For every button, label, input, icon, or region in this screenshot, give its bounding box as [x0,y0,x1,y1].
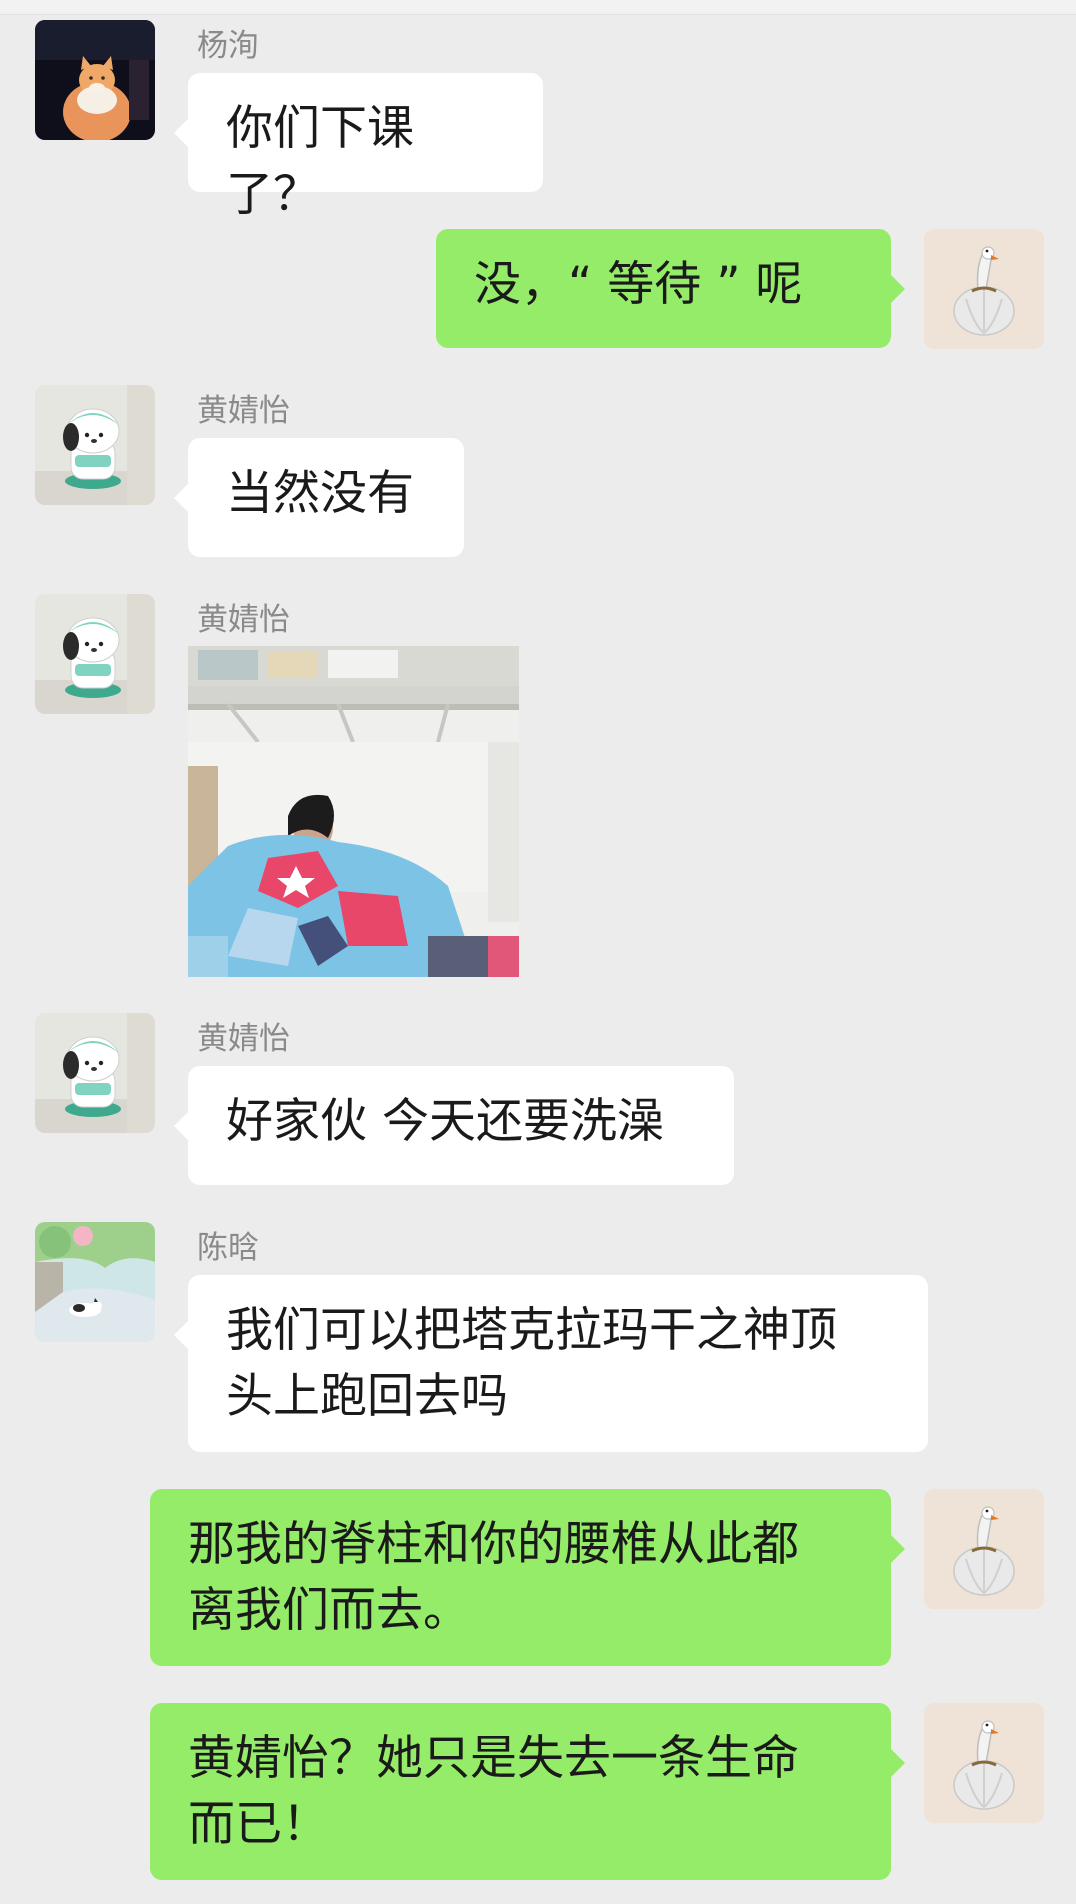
message-text: 你们下课了？ [226,101,414,222]
sender-name: 黄婧怡 [197,602,290,638]
message-bubble[interactable]: 没，“ 等待 ” 呢 [436,229,905,348]
message-text: 好家伙 今天还要洗澡 [226,1094,664,1149]
garlic-avatar[interactable] [924,229,1044,349]
sender-name: 黄婧怡 [197,1021,290,1057]
message-text-line: 那我的脊柱和你的腰椎从此都 [188,1517,799,1572]
message-text-line: 黄婧怡？她只是失去一条生命 [188,1731,799,1786]
message-text-line: 我们可以把塔克拉玛干之神顶 [226,1303,837,1358]
sender-name: 杨洵 [197,28,259,64]
pochacco-avatar[interactable] [35,594,155,714]
message-text: 没，“ 等待 ” 呢 [474,257,803,312]
sender-name: 黄婧怡 [197,393,290,429]
sender-name: 陈晗 [197,1230,259,1266]
pochacco-avatar[interactable] [35,385,155,505]
message-bubble[interactable]: 好家伙 今天还要洗澡 [174,1066,734,1185]
message-bubble[interactable]: 黄婧怡？她只是失去一条生命 而已！ [150,1703,905,1880]
message-text-line: 头上跑回去吗 [226,1369,508,1424]
garlic-avatar[interactable] [924,1703,1044,1823]
message-text: 当然没有 [226,466,414,521]
message-bubble[interactable]: 当然没有 [174,438,464,557]
cat-avatar[interactable] [35,20,155,140]
message-text-line: 而已！ [188,1797,329,1852]
message-text-line: 离我们而去。 [188,1583,470,1638]
message-bubble[interactable]: 我们可以把塔克拉玛干之神顶 头上跑回去吗 [174,1275,928,1452]
message-bubble[interactable]: 那我的脊柱和你的腰椎从此都 离我们而去。 [150,1489,905,1666]
garlic-avatar[interactable] [924,1489,1044,1609]
status-bar-edge [0,0,1076,15]
pochacco-avatar[interactable] [35,1013,155,1133]
cat-painting-avatar[interactable] [35,1222,155,1342]
message-bubble[interactable]: 你们下课了？ [174,73,543,222]
message-image[interactable] [188,646,519,977]
